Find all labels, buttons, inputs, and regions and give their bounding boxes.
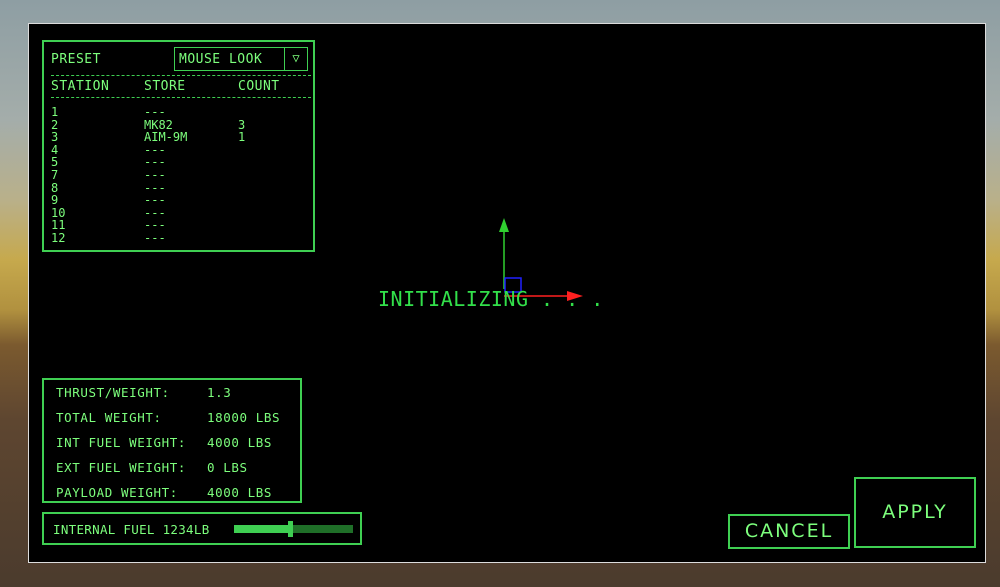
station-row[interactable]: 3 AIM-9M 1 xyxy=(51,131,309,144)
stat-value: 0 LBS xyxy=(207,460,248,475)
station-row[interactable]: 1 --- xyxy=(51,106,309,119)
thrust-weight-row: THRUST/WEIGHT: 1.3 xyxy=(56,385,231,400)
column-header-station: STATION xyxy=(51,79,110,94)
total-weight-row: TOTAL WEIGHT: 18000 LBS xyxy=(56,410,280,425)
loading-status: INITIALIZING . . . xyxy=(378,287,604,311)
station-number: 1 xyxy=(51,105,59,119)
stat-value: 1.3 xyxy=(207,385,232,400)
stat-value: 4000 LBS xyxy=(207,485,273,500)
station-row[interactable]: 7 --- xyxy=(51,169,309,182)
cancel-button[interactable]: CANCEL xyxy=(728,514,850,549)
payload-weight-row: PAYLOAD WEIGHT: 4000 LBS xyxy=(56,485,271,500)
station-store: --- xyxy=(144,105,166,119)
station-row[interactable]: 8 --- xyxy=(51,181,309,195)
dropdown-arrow-icon[interactable]: ▽ xyxy=(284,48,307,70)
stat-value: 18000 LBS xyxy=(207,410,281,425)
station-row[interactable]: 12 --- xyxy=(51,232,309,245)
loadout-screen: PRESET MOUSE LOOK ▽ STATION STORE COUNT … xyxy=(28,23,986,563)
station-row[interactable]: 10 --- xyxy=(51,207,309,220)
column-header-store: STORE xyxy=(144,79,186,94)
station-count: 1 xyxy=(238,130,246,145)
station-store: --- xyxy=(144,193,166,208)
station-row[interactable]: 5 --- xyxy=(51,156,309,169)
fuel-slider-handle[interactable] xyxy=(287,521,293,537)
column-header-count: COUNT xyxy=(238,79,280,94)
preset-label: PRESET xyxy=(51,52,101,67)
station-store: --- xyxy=(144,167,166,182)
station-store: AIM-9M xyxy=(144,130,188,145)
divider xyxy=(51,75,311,76)
stat-label: PAYLOAD WEIGHT: xyxy=(56,485,178,500)
stat-label: EXT FUEL WEIGHT: xyxy=(56,460,187,475)
preset-dropdown[interactable]: MOUSE LOOK ▽ xyxy=(174,47,308,71)
stat-label: INT FUEL WEIGHT: xyxy=(56,435,187,450)
stat-label: THRUST/WEIGHT: xyxy=(56,385,170,400)
fuel-slider-fill xyxy=(234,525,290,533)
apply-button[interactable]: APPLY xyxy=(854,477,976,548)
ext-fuel-weight-row: EXT FUEL WEIGHT: 0 LBS xyxy=(56,460,247,475)
station-number: 9 xyxy=(51,193,59,208)
station-number: 3 xyxy=(51,130,59,145)
fuel-value: 1234LB xyxy=(162,522,210,537)
internal-fuel-slider[interactable] xyxy=(234,521,353,537)
internal-fuel-panel: INTERNAL FUEL 1234LB xyxy=(42,512,362,545)
int-fuel-weight-row: INT FUEL WEIGHT: 4000 LBS xyxy=(56,435,271,450)
divider xyxy=(51,97,311,98)
station-store: --- xyxy=(144,230,166,245)
station-row[interactable]: 11 --- xyxy=(51,219,309,232)
internal-fuel-label: INTERNAL FUEL 1234LB xyxy=(53,522,210,537)
stat-label: TOTAL WEIGHT: xyxy=(56,410,162,425)
stat-value: 4000 LBS xyxy=(207,435,273,450)
stats-panel: THRUST/WEIGHT: 1.3 TOTAL WEIGHT: 18000 LBS… xyxy=(42,378,302,503)
station-row[interactable]: 9 --- xyxy=(51,194,309,207)
loadout-panel: PRESET MOUSE LOOK ▽ STATION STORE COUNT … xyxy=(42,40,315,252)
station-number: 12 xyxy=(51,230,66,245)
station-row[interactable]: 4 --- xyxy=(51,144,309,157)
station-list: 1 --- 2 MK82 3 3 AIM-9M 1 4 --- 5 --- 7 --- 8 ---… xyxy=(51,106,309,245)
fuel-label-text: INTERNAL FUEL xyxy=(53,522,155,537)
preset-dropdown-value: MOUSE LOOK xyxy=(179,52,263,67)
station-number: 7 xyxy=(51,167,59,182)
